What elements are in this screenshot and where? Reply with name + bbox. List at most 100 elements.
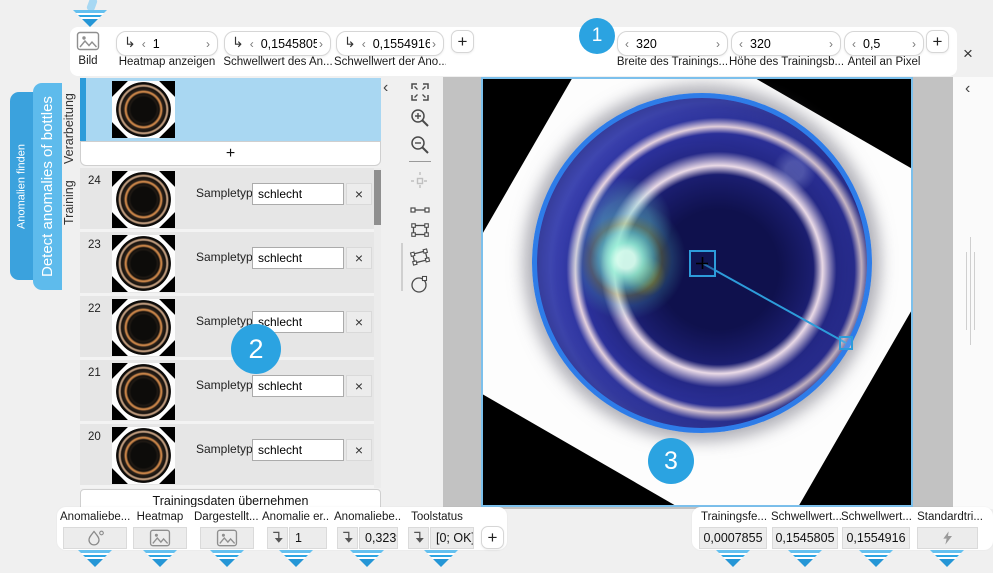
sampletype-label: Sampletyp	[196, 250, 253, 264]
threshold-value-1[interactable]: 0,1545805	[772, 527, 838, 549]
param-hoehe-trainingsbild[interactable]: ‹ 320 ›	[731, 31, 841, 56]
spin-up-button[interactable]: ›	[910, 38, 918, 50]
training-row[interactable]: 23 Sampletyp ×	[80, 232, 374, 296]
collapse-panel-icon[interactable]: ‹	[383, 80, 388, 96]
add-image-button[interactable]: +	[80, 141, 381, 166]
rotated-rectangle-roi-icon	[408, 245, 432, 269]
param-breite-trainingsbild[interactable]: ‹ 320 ›	[617, 31, 728, 56]
image-view[interactable]: 3	[481, 77, 913, 507]
heatmap-output[interactable]	[133, 527, 187, 549]
param-schwellwert-des[interactable]: ↳ ‹ 0,1545805 ›	[224, 31, 331, 56]
bottle-thumbnail[interactable]	[112, 427, 175, 484]
param-value[interactable]: 320	[745, 37, 827, 51]
spin-up-button[interactable]: ›	[204, 38, 212, 50]
fit-view-button[interactable]	[408, 80, 432, 104]
remove-sample-button[interactable]: ×	[346, 183, 372, 205]
spin-up-button[interactable]: ›	[317, 38, 325, 50]
down-arrow-icon	[337, 527, 358, 549]
spin-up-button[interactable]: ›	[827, 38, 835, 50]
splitter-grip[interactable]	[966, 252, 967, 330]
standard-trigger-output[interactable]	[917, 527, 978, 549]
processing-selected-row[interactable]	[80, 78, 381, 141]
output-connector-arrow	[350, 550, 384, 567]
tab-detect-anomalies-of-bottles[interactable]: Detect anomalies of bottles	[33, 83, 62, 290]
param-anteil-pixel[interactable]: ‹ 0,5 ›	[844, 31, 924, 56]
remove-sample-button[interactable]: ×	[346, 311, 372, 333]
spin-down-button[interactable]: ‹	[623, 38, 631, 50]
roi-radius-handle	[840, 337, 852, 349]
training-row[interactable]: 24 Sampletyp ×	[80, 168, 374, 232]
training-error-value[interactable]: 0,0007855	[699, 527, 767, 549]
param-schwellwert-der[interactable]: ↳ ‹ 0,1554916 ›	[336, 31, 444, 56]
training-row[interactable]: 22 Sampletyp ×	[80, 296, 374, 360]
threshold-value-2[interactable]: 0,1554916	[842, 527, 910, 549]
param-value[interactable]: 0,5	[858, 37, 910, 51]
sampletype-input[interactable]	[252, 183, 344, 205]
training-row[interactable]: 21 Sampletyp ×	[80, 360, 374, 424]
region-icon	[84, 529, 106, 548]
bottle-thumbnail[interactable]	[112, 81, 175, 138]
output-label: Schwellwert...	[771, 511, 841, 523]
bottle-thumbnail[interactable]	[112, 171, 175, 228]
anomaly-tool-window: Bild ↳ ‹ 1 › Heatmap anzeigen ↳ ‹ 0,1545…	[0, 0, 993, 573]
anomaly-detected-value[interactable]: 1	[289, 527, 327, 549]
roi-overlay[interactable]	[483, 79, 911, 505]
remove-sample-button[interactable]: ×	[346, 247, 372, 269]
zoom-out-button[interactable]	[408, 133, 432, 157]
add-parameter-button[interactable]: +	[451, 30, 474, 53]
circle-roi-button[interactable]	[408, 272, 432, 296]
bottle-thumbnail[interactable]	[112, 299, 175, 356]
splitter-grip[interactable]	[970, 237, 971, 345]
image-icon	[76, 31, 100, 51]
output-label: Anomalie er...	[262, 511, 330, 523]
param-value[interactable]: 0,1545805	[256, 37, 317, 51]
anomaly-score-value[interactable]: 0,3239	[359, 527, 398, 549]
output-label: Dargestellt...	[194, 511, 258, 523]
param-value[interactable]: 320	[631, 37, 714, 51]
toolbar-separator	[409, 161, 431, 162]
zoom-in-button[interactable]	[408, 106, 432, 130]
spin-up-button[interactable]: ›	[714, 38, 722, 50]
sampletype-label: Sampletyp	[196, 186, 253, 200]
collapse-panel-icon[interactable]: ‹	[965, 81, 970, 97]
list-scrollbar[interactable]	[374, 168, 381, 488]
training-row[interactable]: 20 Sampletyp ×	[80, 424, 374, 488]
splitter-grip[interactable]	[401, 243, 403, 291]
output-label: Toolstatus	[407, 511, 467, 523]
param-value[interactable]: 0,1554916	[368, 37, 430, 51]
output-connector-arrow	[788, 550, 822, 567]
bottle-thumbnail[interactable]	[112, 235, 175, 292]
rotated-rectangle-roi-button[interactable]	[408, 245, 432, 269]
spin-down-button[interactable]: ‹	[248, 38, 256, 50]
add-parameter-button[interactable]: +	[926, 30, 949, 53]
tab-anomalien-finden[interactable]: Anomalien finden	[10, 92, 33, 280]
param-value[interactable]: 1	[148, 37, 204, 51]
down-arrow-icon	[267, 527, 288, 549]
spin-down-button[interactable]: ‹	[360, 38, 368, 50]
sampletype-input[interactable]	[252, 247, 344, 269]
sampletype-input[interactable]	[252, 439, 344, 461]
anomaly-region-output[interactable]	[63, 527, 127, 549]
output-connector-arrow	[424, 550, 458, 567]
output-label: Anomaliebe...	[60, 511, 130, 523]
param-heatmap-anzeigen[interactable]: ↳ ‹ 1 ›	[116, 31, 218, 56]
displayed-image-output[interactable]	[200, 527, 254, 549]
sampletype-input[interactable]	[252, 375, 344, 397]
remove-sample-button[interactable]: ×	[346, 439, 372, 461]
rectangle-roi-button[interactable]	[408, 218, 432, 242]
toolstatus-value[interactable]: [0; OK]	[430, 527, 474, 549]
remove-sample-button[interactable]: ×	[346, 375, 372, 397]
scrollbar-thumb[interactable]	[374, 170, 381, 225]
param-label: Heatmap anzeigen	[110, 56, 224, 68]
splitter-grip[interactable]	[974, 252, 975, 330]
spin-down-button[interactable]: ‹	[140, 38, 148, 50]
spin-down-button[interactable]: ‹	[850, 38, 858, 50]
row-index: 24	[88, 175, 101, 187]
add-output-button[interactable]: +	[481, 526, 504, 549]
close-icon[interactable]: ×	[958, 45, 978, 62]
param-label: Höhe des Trainingsb...	[729, 56, 843, 68]
bottle-thumbnail[interactable]	[112, 363, 175, 420]
spin-up-button[interactable]: ›	[430, 38, 438, 50]
lightning-icon	[940, 529, 956, 547]
spin-down-button[interactable]: ‹	[737, 38, 745, 50]
